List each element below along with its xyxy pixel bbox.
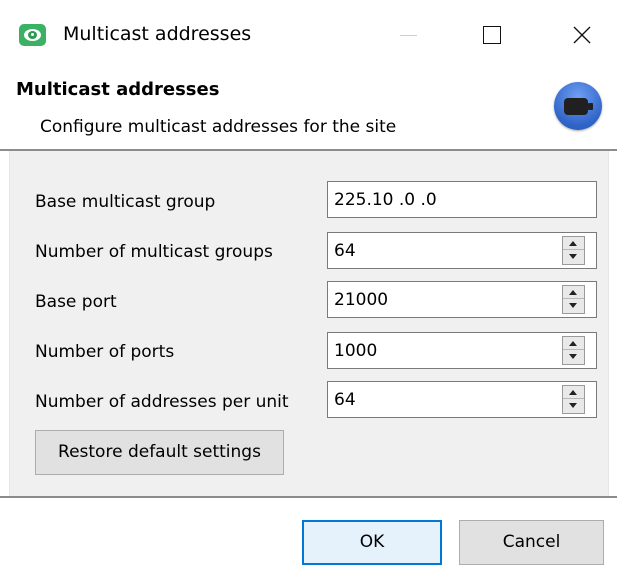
title-bar: Multicast addresses — [0, 0, 617, 68]
spin-up-arrow-icon[interactable] — [563, 286, 584, 299]
restore-default-settings-button[interactable]: Restore default settings — [35, 430, 284, 475]
footer-divider — [0, 496, 617, 498]
header-title: Multicast addresses — [16, 79, 220, 100]
cancel-button[interactable]: Cancel — [459, 520, 604, 565]
base-port-spinner[interactable] — [562, 285, 585, 314]
maximize-button[interactable] — [465, 12, 521, 58]
base-multicast-group-input[interactable]: 225.10 .0 .0 — [327, 181, 597, 218]
number-of-multicast-groups-label: Number of multicast groups — [35, 242, 273, 262]
number-of-ports-value: 1000 — [334, 341, 378, 361]
base-port-value: 21000 — [334, 290, 389, 310]
number-of-addresses-per-unit-label: Number of addresses per unit — [35, 392, 289, 412]
spin-down-arrow-icon[interactable] — [563, 300, 584, 313]
header-subtitle: Configure multicast addresses for the si… — [40, 117, 397, 137]
ok-button[interactable]: OK — [302, 520, 442, 565]
spin-up-arrow-icon[interactable] — [563, 237, 584, 250]
spin-down-arrow-icon[interactable] — [563, 351, 584, 364]
close-icon — [573, 26, 591, 44]
spin-up-arrow-icon[interactable] — [563, 337, 584, 350]
camera-icon — [554, 82, 602, 130]
minimize-icon — [400, 35, 417, 36]
minimize-button[interactable] — [380, 12, 436, 58]
number-of-multicast-groups-input[interactable]: 64 — [327, 232, 597, 269]
maximize-icon — [483, 26, 501, 44]
number-of-ports-label: Number of ports — [35, 342, 175, 362]
window-title: Multicast addresses — [63, 23, 252, 45]
number-of-multicast-groups-value: 64 — [334, 241, 356, 261]
eye-app-icon — [19, 24, 46, 46]
base-port-input[interactable]: 21000 — [327, 281, 597, 318]
close-button[interactable] — [555, 12, 611, 58]
number-of-addresses-per-unit-value: 64 — [334, 390, 356, 410]
number-of-addresses-per-unit-input[interactable]: 64 — [327, 381, 597, 418]
base-multicast-group-value: 225.10 .0 .0 — [334, 190, 437, 210]
number-of-multicast-groups-spinner[interactable] — [562, 236, 585, 265]
number-of-ports-input[interactable]: 1000 — [327, 332, 597, 369]
spin-up-arrow-icon[interactable] — [563, 386, 584, 399]
base-multicast-group-label: Base multicast group — [35, 192, 216, 212]
spin-down-arrow-icon[interactable] — [563, 251, 584, 264]
base-port-label: Base port — [35, 292, 117, 312]
number-of-ports-spinner[interactable] — [562, 336, 585, 365]
number-of-addresses-per-unit-spinner[interactable] — [562, 385, 585, 414]
spin-down-arrow-icon[interactable] — [563, 400, 584, 413]
